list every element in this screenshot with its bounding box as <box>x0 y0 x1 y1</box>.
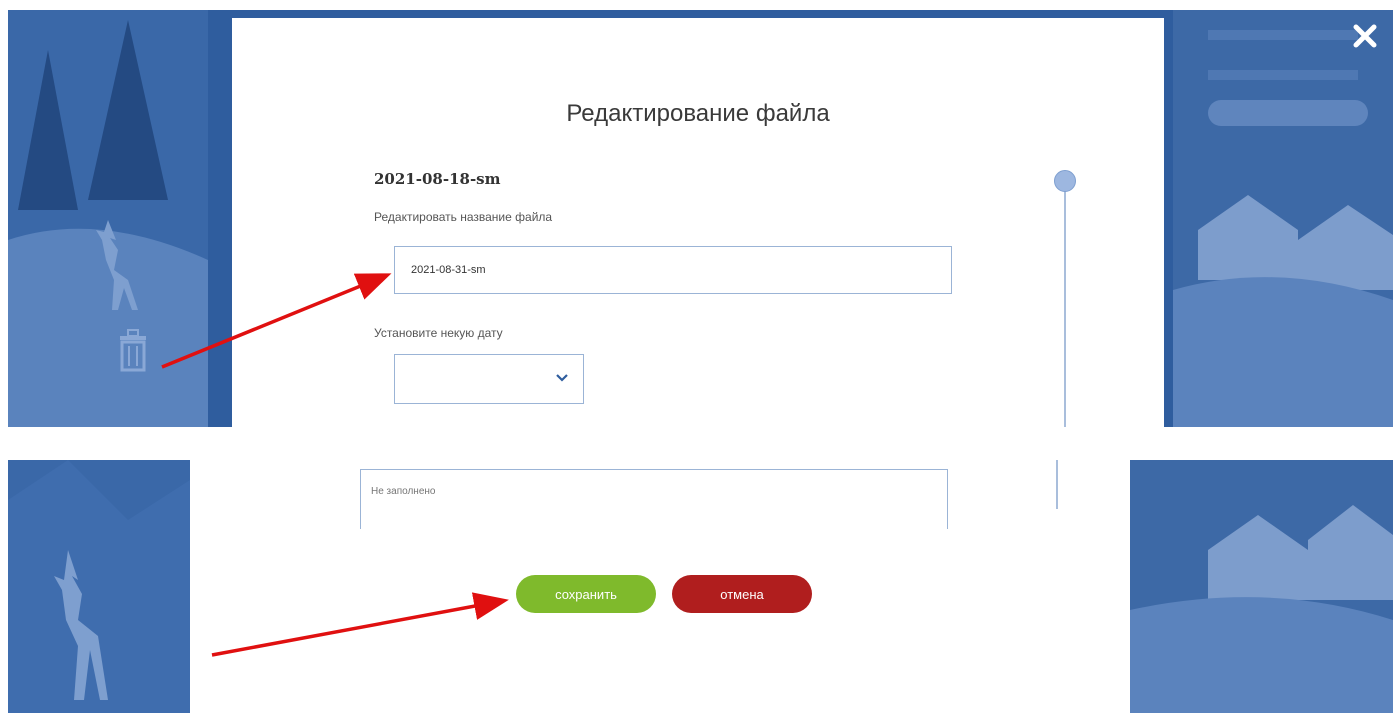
date-label: Установите некую дату <box>374 326 503 340</box>
backdrop-bottom: сохранить отмена <box>8 460 1393 713</box>
backdrop-top: Редактирование файла 2021-08-18-sm Редак… <box>8 10 1393 427</box>
trash-icon[interactable] <box>116 328 150 372</box>
save-button[interactable]: сохранить <box>516 575 656 613</box>
edit-file-modal: Редактирование файла 2021-08-18-sm Редак… <box>232 18 1164 427</box>
current-file-name: 2021-08-18-sm <box>374 170 501 188</box>
date-select[interactable] <box>394 354 584 404</box>
cancel-button[interactable]: отмена <box>672 575 812 613</box>
modal-title: Редактирование файла <box>566 100 830 127</box>
close-icon[interactable] <box>1351 22 1379 50</box>
scrollbar-track-lower[interactable] <box>1056 460 1058 509</box>
scrollbar-track[interactable] <box>1064 188 1066 427</box>
deer-illustration-lower <box>54 550 108 700</box>
deer-illustration <box>96 220 138 310</box>
scrollbar-thumb[interactable] <box>1054 170 1076 192</box>
file-name-input[interactable] <box>394 246 952 294</box>
edit-name-label: Редактировать название файла <box>374 210 553 224</box>
chevron-down-icon <box>556 374 568 382</box>
edit-file-modal-lower: сохранить отмена <box>190 460 1130 713</box>
description-field[interactable] <box>360 469 948 529</box>
